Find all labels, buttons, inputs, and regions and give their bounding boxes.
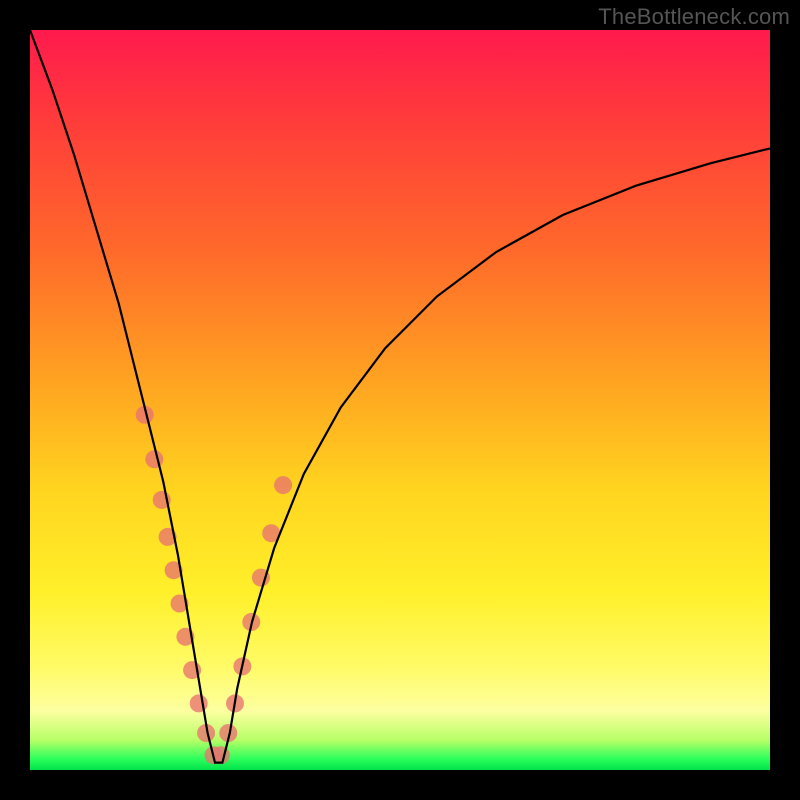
data-marker xyxy=(274,476,292,494)
bottleneck-curve xyxy=(30,30,770,763)
watermark-text: TheBottleneck.com xyxy=(598,4,790,30)
chart-frame: TheBottleneck.com xyxy=(0,0,800,800)
data-marker xyxy=(190,694,208,712)
chart-svg xyxy=(30,30,770,770)
plot-area xyxy=(30,30,770,770)
marker-layer xyxy=(136,406,292,764)
data-marker xyxy=(145,450,163,468)
